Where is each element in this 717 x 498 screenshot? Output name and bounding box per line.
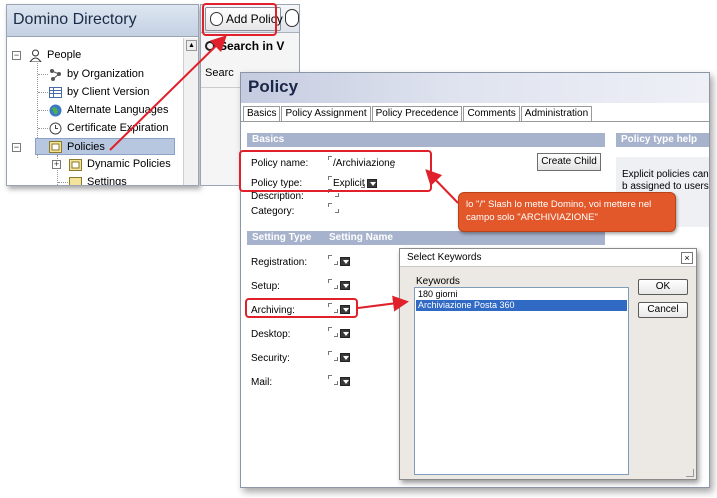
annotation-arrows xyxy=(109,35,459,312)
arrow-archiving-to-dialog xyxy=(357,295,409,312)
arrow-callout-to-policy-name xyxy=(425,169,459,204)
arrow-policies-to-add-policy xyxy=(109,35,227,151)
